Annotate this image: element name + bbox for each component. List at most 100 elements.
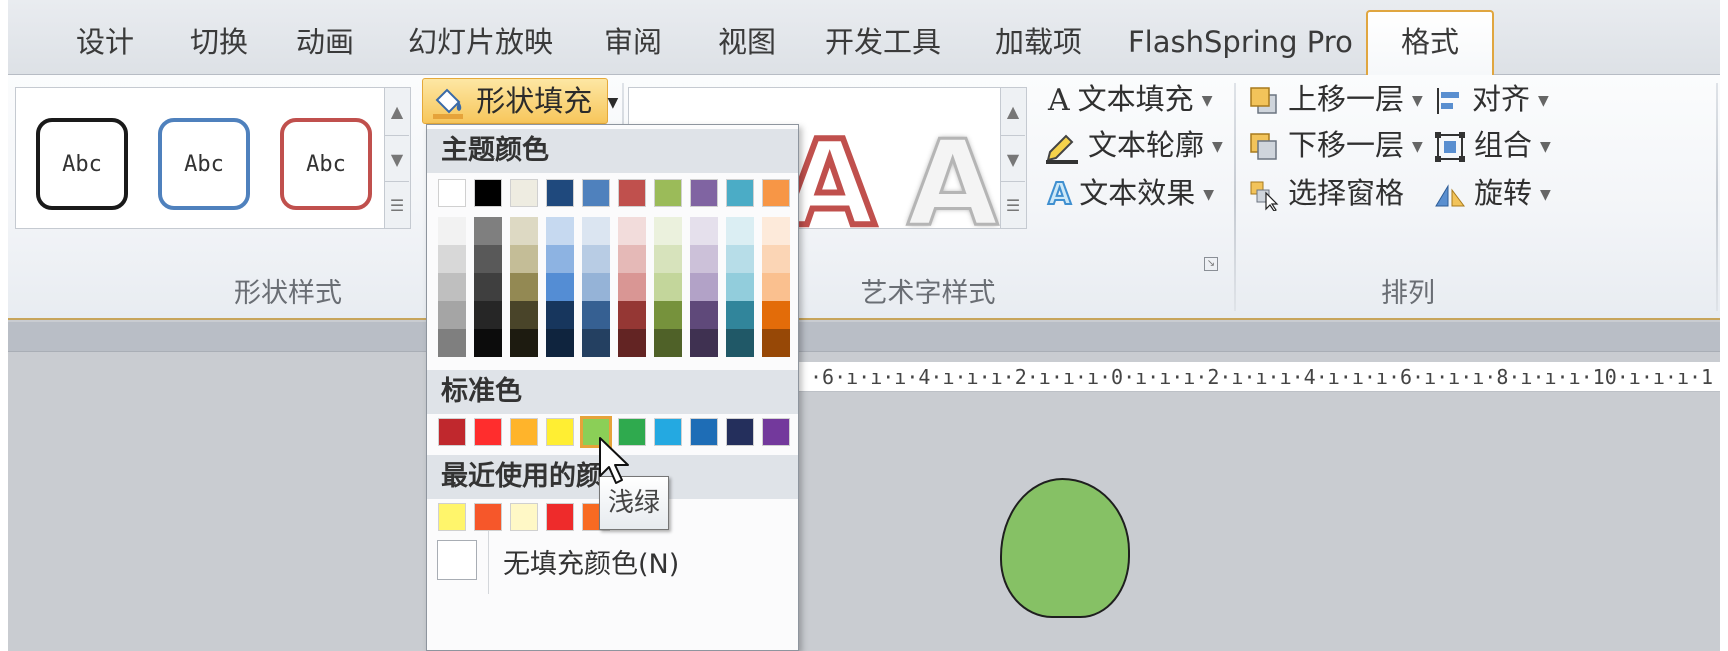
theme-shade-swatch[interactable] [654,273,682,301]
theme-shade-swatch[interactable] [438,301,466,329]
theme-shade-swatch[interactable] [582,329,610,357]
tab-format[interactable]: 格式 [1366,10,1494,76]
standard-color-swatch[interactable] [726,418,754,446]
theme-shade-swatch[interactable] [690,301,718,329]
theme-shade-swatch[interactable] [474,217,502,245]
theme-shade-swatch[interactable] [690,217,718,245]
theme-shade-swatch[interactable] [618,329,646,357]
tab-animations[interactable]: 动画 [290,14,360,70]
theme-shade-swatch[interactable] [726,329,754,357]
theme-color-swatch[interactable] [474,179,502,207]
rotate-button[interactable]: 旋转 ▼ [1434,171,1551,215]
shape-style-blue[interactable]: Abc [158,118,250,210]
shape-style-red[interactable]: Abc [280,118,372,210]
theme-shade-swatch[interactable] [726,273,754,301]
bring-forward-button[interactable]: 上移一层 ▼ [1248,77,1423,121]
theme-shade-swatch[interactable] [762,245,790,273]
selection-pane-button[interactable]: 选择窗格 [1248,171,1404,215]
theme-shade-swatch[interactable] [438,329,466,357]
recent-color-swatch[interactable] [438,503,466,531]
theme-shade-swatch[interactable] [510,301,538,329]
tab-view[interactable]: 视图 [712,14,782,70]
theme-shade-swatch[interactable] [726,245,754,273]
tab-design[interactable]: 设计 [70,14,140,70]
gallery-more-icon[interactable]: ☰ [1001,182,1025,229]
theme-color-swatch[interactable] [726,179,754,207]
theme-shade-swatch[interactable] [474,301,502,329]
theme-shade-swatch[interactable] [762,329,790,357]
theme-color-swatch[interactable] [510,179,538,207]
theme-shade-swatch[interactable] [546,245,574,273]
standard-color-swatch[interactable] [474,418,502,446]
align-button[interactable]: 对齐 ▼ [1434,77,1549,121]
tab-developer[interactable]: 开发工具 [823,14,943,70]
theme-shade-swatch[interactable] [546,329,574,357]
theme-shade-swatch[interactable] [618,301,646,329]
horizontal-ruler[interactable]: ·6·ı·ı·ı·4·ı·ı·ı·2·ı·ı·ı·0·ı·ı·ı·2·ı·ı·ı… [798,362,1720,392]
scroll-up-icon[interactable]: ▲ [385,88,409,135]
theme-shade-swatch[interactable] [546,273,574,301]
theme-color-swatch[interactable] [690,179,718,207]
standard-color-swatch[interactable] [438,418,466,446]
theme-shade-swatch[interactable] [690,245,718,273]
no-fill-option[interactable]: 无填充颜色(N) [433,530,793,594]
theme-shade-swatch[interactable] [474,245,502,273]
theme-shade-swatch[interactable] [654,245,682,273]
standard-color-swatch[interactable] [510,418,538,446]
tab-flashspring-pro[interactable]: FlashSpring Pro [1128,14,1353,70]
theme-color-swatch[interactable] [618,179,646,207]
tab-review[interactable]: 审阅 [598,14,668,70]
theme-shade-swatch[interactable] [582,217,610,245]
theme-shade-swatch[interactable] [438,217,466,245]
shape-style-black[interactable]: Abc [36,118,128,210]
theme-shade-swatch[interactable] [618,245,646,273]
theme-shade-swatch[interactable] [582,245,610,273]
standard-color-swatch[interactable] [654,418,682,446]
theme-shade-swatch[interactable] [510,217,538,245]
recent-color-swatch[interactable] [474,503,502,531]
theme-shade-swatch[interactable] [510,329,538,357]
theme-shade-swatch[interactable] [726,301,754,329]
theme-color-swatch[interactable] [582,179,610,207]
slide-shape[interactable] [1000,478,1130,618]
text-outline-button[interactable]: 文本轮廓 ▼ [1044,123,1223,167]
standard-color-swatch[interactable] [762,418,790,446]
send-backward-button[interactable]: 下移一层 ▼ [1248,123,1423,167]
group-button[interactable]: 组合 ▼ [1434,123,1551,167]
tab-addins[interactable]: 加载项 [991,14,1086,70]
tab-transitions[interactable]: 切换 [184,14,254,70]
theme-shade-swatch[interactable] [690,329,718,357]
theme-shade-swatch[interactable] [618,273,646,301]
theme-shade-swatch[interactable] [510,245,538,273]
dialog-launcher-icon[interactable]: ↘ [1204,257,1218,271]
theme-shade-swatch[interactable] [762,217,790,245]
tab-slideshow[interactable]: 幻灯片放映 [408,14,553,70]
text-effects-button[interactable]: A 文本效果 ▼ [1047,171,1214,215]
theme-color-swatch[interactable] [546,179,574,207]
theme-color-swatch[interactable] [762,179,790,207]
theme-shade-swatch[interactable] [762,301,790,329]
theme-shade-swatch[interactable] [546,217,574,245]
theme-shade-swatch[interactable] [654,217,682,245]
theme-shade-swatch[interactable] [762,273,790,301]
text-fill-button[interactable]: A 文本填充 ▼ [1048,77,1212,121]
theme-shade-swatch[interactable] [474,273,502,301]
theme-shade-swatch[interactable] [546,301,574,329]
theme-shade-swatch[interactable] [582,301,610,329]
theme-shade-swatch[interactable] [654,301,682,329]
theme-shade-swatch[interactable] [474,329,502,357]
theme-shade-swatch[interactable] [438,245,466,273]
theme-shade-swatch[interactable] [510,273,538,301]
theme-color-swatch[interactable] [654,179,682,207]
recent-color-swatch[interactable] [510,503,538,531]
theme-shade-swatch[interactable] [654,329,682,357]
theme-shade-swatch[interactable] [582,273,610,301]
scroll-up-icon[interactable]: ▲ [1001,88,1025,135]
theme-shade-swatch[interactable] [726,217,754,245]
gallery-more-icon[interactable]: ☰ [385,182,409,229]
scroll-down-icon[interactable]: ▼ [1001,135,1025,182]
shape-fill-button[interactable]: 形状填充 ▼ [422,78,618,124]
theme-shade-swatch[interactable] [690,273,718,301]
theme-shade-swatch[interactable] [618,217,646,245]
theme-shade-swatch[interactable] [438,273,466,301]
